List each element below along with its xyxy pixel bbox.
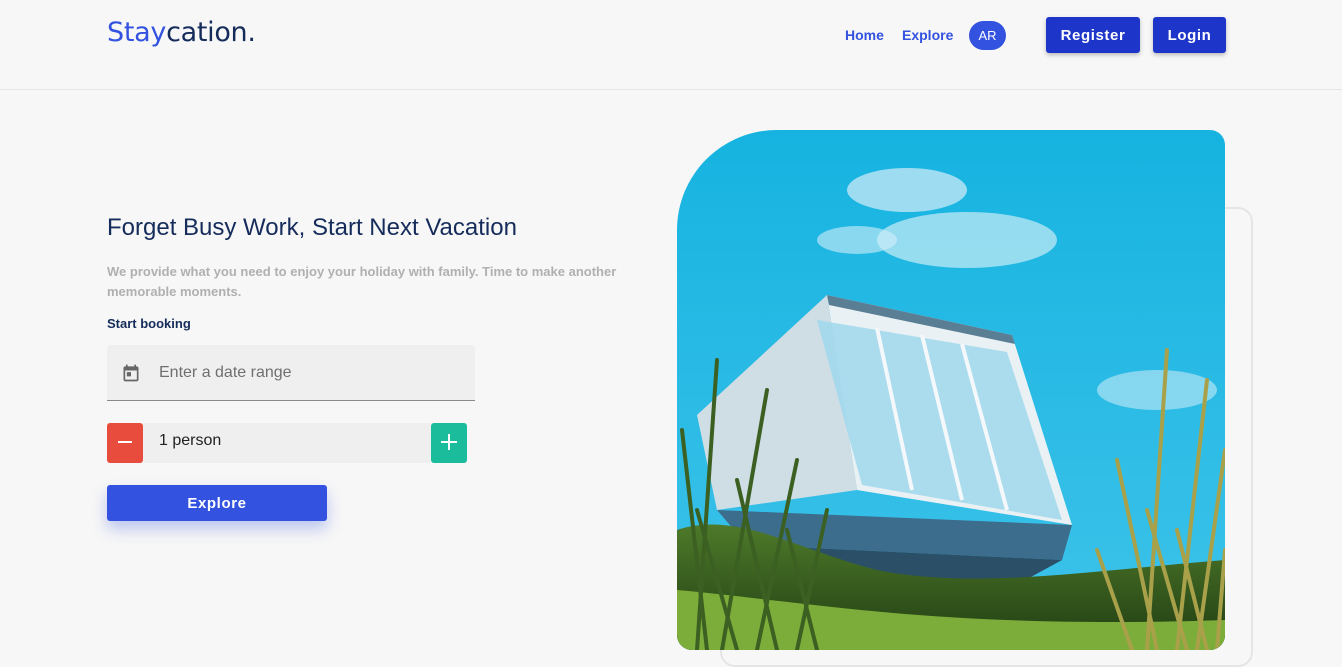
nav-home-link[interactable]: Home bbox=[845, 27, 884, 43]
login-button[interactable]: Login bbox=[1153, 17, 1226, 53]
nav-explore-link[interactable]: Explore bbox=[902, 27, 953, 43]
minus-icon bbox=[117, 434, 133, 453]
hero-title: Forget Busy Work, Start Next Vacation bbox=[107, 214, 517, 241]
person-count-value[interactable]: 1 person bbox=[159, 432, 221, 450]
increase-person-button[interactable] bbox=[431, 423, 467, 463]
start-booking-label: Start booking bbox=[107, 316, 191, 331]
date-range-field[interactable] bbox=[107, 345, 475, 401]
calendar-icon[interactable] bbox=[121, 363, 141, 388]
hero-subtitle: We provide what you need to enjoy your h… bbox=[107, 264, 617, 299]
brand-logo[interactable]: Staycation. bbox=[107, 17, 256, 48]
hero-house-photo bbox=[677, 130, 1225, 650]
brand-part-cation: cation. bbox=[166, 17, 256, 48]
user-avatar[interactable]: AR bbox=[969, 21, 1006, 50]
top-header: Staycation. Home Explore AR Register Log… bbox=[0, 0, 1342, 90]
plus-icon bbox=[440, 433, 458, 454]
decrease-person-button[interactable] bbox=[107, 423, 143, 463]
explore-button[interactable]: Explore bbox=[107, 485, 327, 521]
date-range-input[interactable] bbox=[159, 345, 459, 400]
brand-part-stay: Stay bbox=[107, 17, 167, 48]
register-button[interactable]: Register bbox=[1046, 17, 1140, 53]
